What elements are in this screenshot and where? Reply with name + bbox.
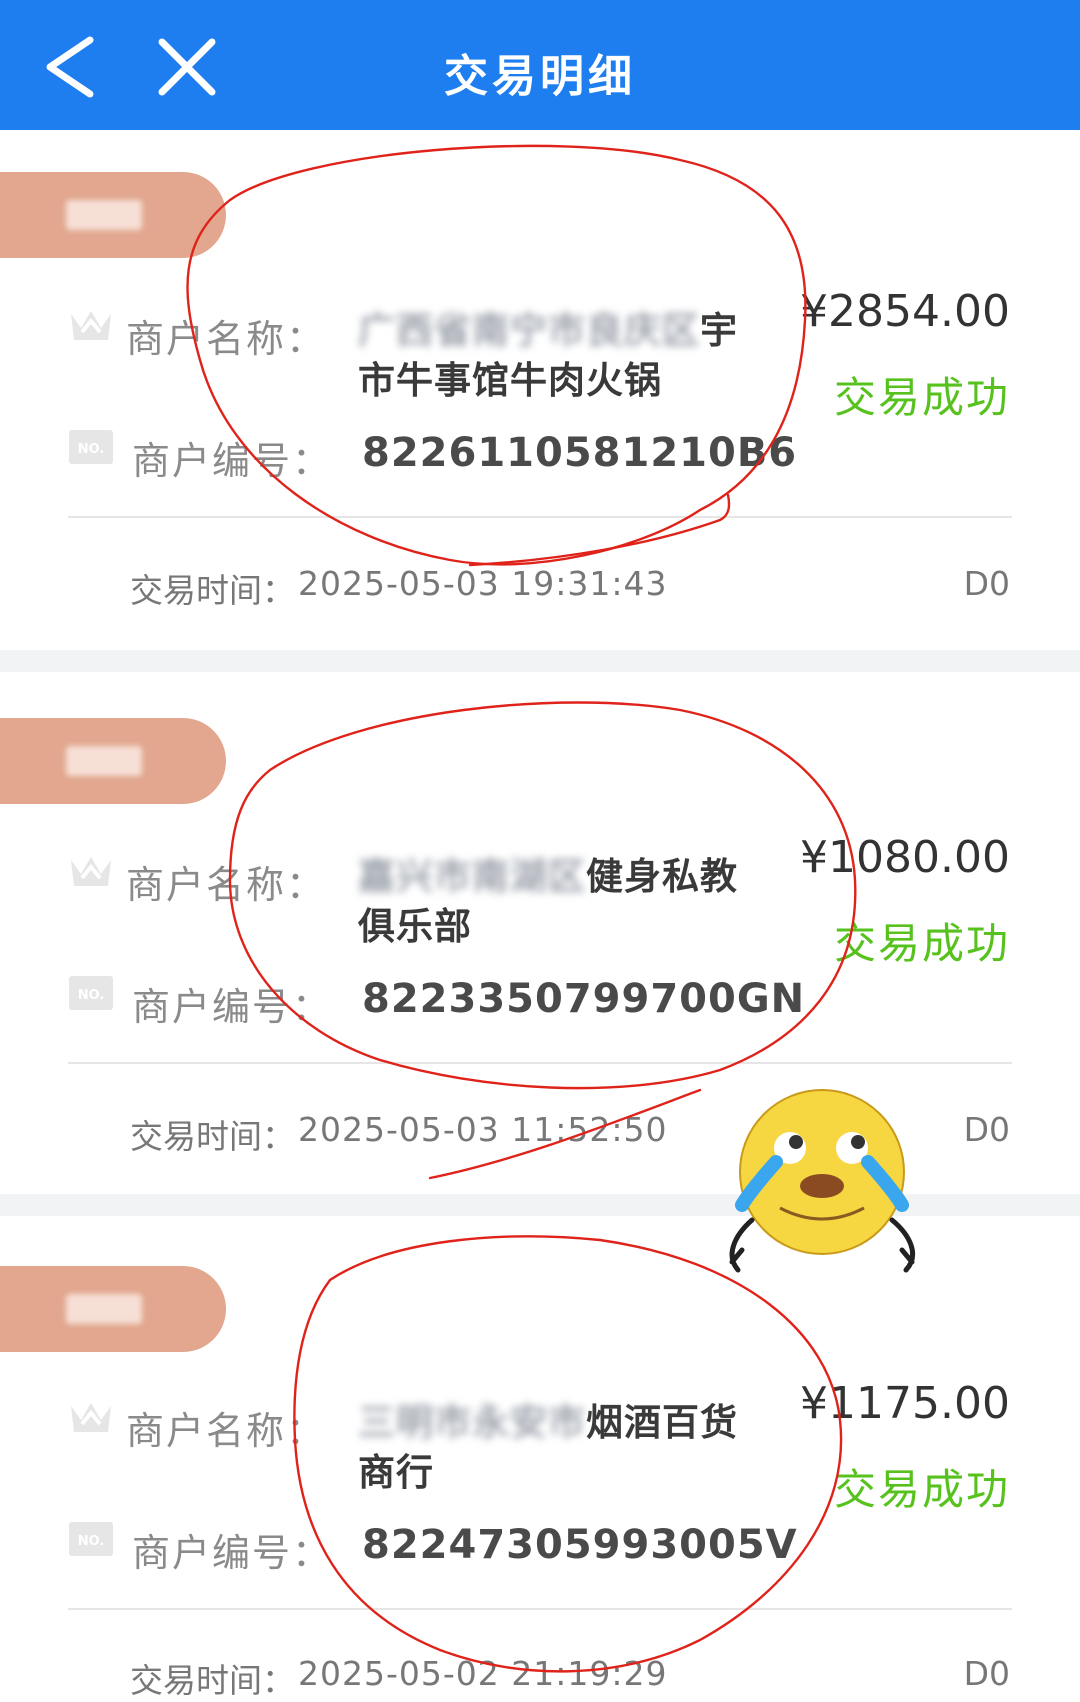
- crown-icon: [71, 1403, 111, 1432]
- transaction-time-value: 2025-05-03 11:52:50: [298, 1110, 668, 1149]
- divider: [68, 1608, 1012, 1610]
- merchant-name-label: 商户名称：: [126, 863, 327, 907]
- crown-icon: [71, 311, 111, 340]
- merchant-no-label: 商户编号：: [132, 439, 333, 483]
- merchant-no-label: 商户编号：: [132, 1531, 333, 1575]
- settlement-type: D0: [963, 564, 1010, 603]
- transaction-time-value: 2025-05-03 19:31:43: [298, 564, 668, 603]
- settlement-type: D0: [963, 1654, 1010, 1693]
- crown-icon: [71, 857, 111, 886]
- merchant-no-value: 8223350799700GN: [362, 976, 806, 1022]
- status-badge: 交易成功: [833, 919, 1010, 968]
- status-badge: 交易成功: [833, 373, 1010, 422]
- merchant-name-label: 商户名称：: [126, 317, 327, 361]
- merchant-no-value: 82247305993005V: [362, 1522, 798, 1568]
- transaction-card[interactable]: 商户名称： 三明市永安市烟酒百货 商行 NO. 商户编号： 8224730599…: [0, 1216, 1080, 1700]
- svg-text:NO.: NO.: [78, 442, 105, 457]
- settlement-type: D0: [963, 1110, 1010, 1149]
- merchant-name-label: 商户名称：: [126, 1409, 327, 1453]
- no-badge-icon: NO.: [69, 430, 113, 464]
- svg-text:NO.: NO.: [78, 1534, 105, 1549]
- transaction-time-label: 交易时间：: [130, 571, 295, 610]
- page-title: 交易明细: [444, 51, 636, 102]
- card-separator: [0, 1194, 1080, 1216]
- transaction-card[interactable]: 商户名称： 嘉兴市南湖区健身私教 俱乐部 NO. 商户编号： 822335079…: [0, 672, 1080, 1194]
- transaction-time-label: 交易时间：: [130, 1117, 295, 1156]
- divider: [68, 1062, 1012, 1064]
- tag-blurred-text: [66, 200, 142, 230]
- no-badge-icon: NO.: [69, 1522, 113, 1556]
- divider: [68, 516, 1012, 518]
- tag-blurred-text: [66, 746, 142, 776]
- transaction-card[interactable]: 商户名称： 广西省南宁市良庆区宇 市牛事馆牛肉火锅 NO. 商户编号： 8226…: [0, 130, 1080, 650]
- card-tag: [0, 718, 226, 804]
- amount: ¥1175.00: [800, 1378, 1010, 1429]
- merchant-name-value: 广西省南宁市良庆区宇 市牛事馆牛肉火锅: [358, 309, 738, 402]
- transaction-time-value: 2025-05-02 21:19:29: [298, 1654, 668, 1693]
- tag-blurred-text: [66, 1294, 142, 1324]
- merchant-no-label: 商户编号：: [132, 985, 333, 1029]
- merchant-no-value: 8226110581210B6: [362, 430, 798, 476]
- status-badge: 交易成功: [833, 1465, 1010, 1514]
- amount: ¥2854.00: [800, 286, 1010, 337]
- card-separator: [0, 650, 1080, 672]
- amount: ¥1080.00: [800, 832, 1010, 883]
- merchant-name-value: 三明市永安市烟酒百货 商行: [358, 1401, 738, 1494]
- title-bar: 交易明细: [0, 0, 1080, 130]
- svg-text:NO.: NO.: [78, 988, 105, 1003]
- merchant-name-value: 嘉兴市南湖区健身私教 俱乐部: [358, 855, 738, 948]
- card-tag: [0, 1266, 226, 1352]
- card-tag: [0, 172, 226, 258]
- transaction-time-label: 交易时间：: [130, 1661, 295, 1700]
- no-badge-icon: NO.: [69, 976, 113, 1010]
